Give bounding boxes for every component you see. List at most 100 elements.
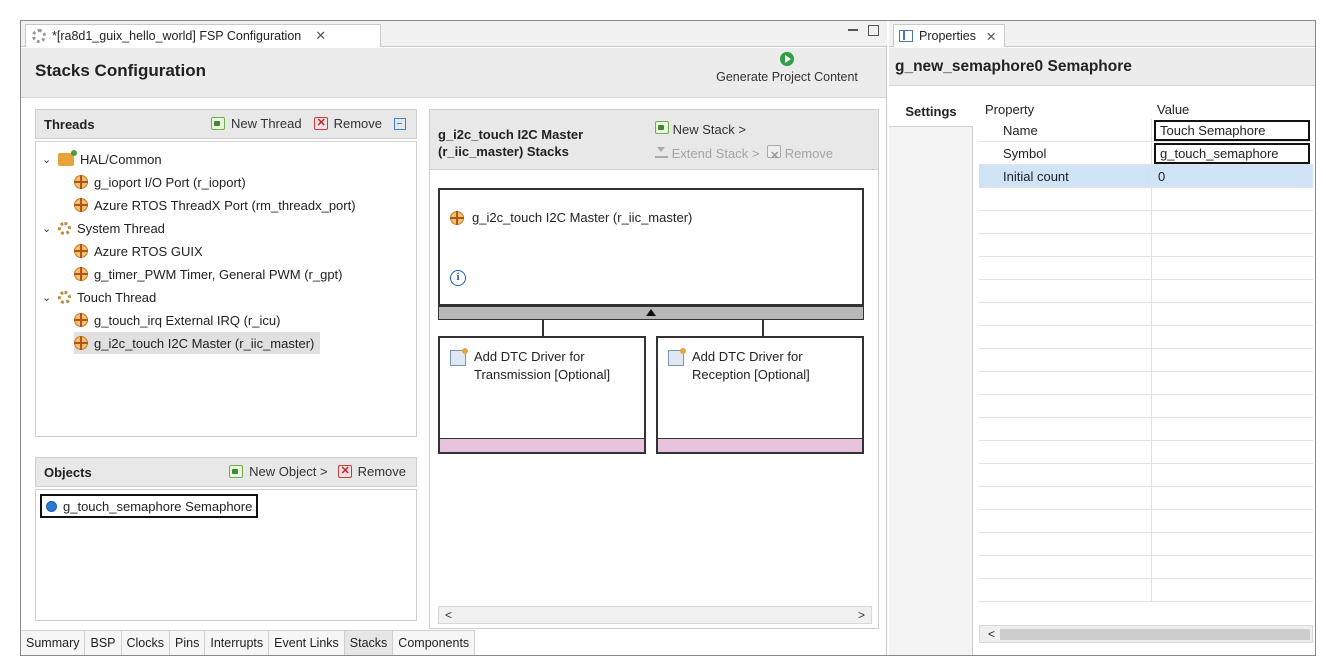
- table-row[interactable]: Symbol g_touch_semaphore: [979, 142, 1313, 165]
- threads-actions: New Thread Remove: [211, 116, 406, 131]
- stacks-panel: g_i2c_touch I2C Master (r_iic_master) St…: [429, 109, 879, 629]
- maximize-icon[interactable]: [868, 25, 879, 36]
- remove-object-button[interactable]: Remove: [358, 464, 406, 479]
- properties-table: Property Value Name Touch Semaphore Symb…: [979, 99, 1313, 602]
- tree-item-azure-rtos-guix[interactable]: Azure RTOS GUIX: [74, 240, 203, 262]
- connector-line: [542, 320, 544, 336]
- chevron-down-icon[interactable]: ⌄: [42, 153, 52, 166]
- tab-clocks[interactable]: Clocks: [121, 631, 171, 655]
- table-row: [979, 464, 1313, 487]
- tab-properties[interactable]: Properties ✕: [893, 24, 1005, 47]
- stack-actions: New Stack > Extend Stack > Remove: [655, 118, 833, 168]
- remove-stack-button[interactable]: Remove: [785, 146, 833, 161]
- window-controls: [848, 25, 879, 36]
- table-row: [979, 303, 1313, 326]
- stacks-horizontal-scrollbar[interactable]: < >: [438, 606, 872, 624]
- tree-item-g-i2c-touch[interactable]: g_i2c_touch I2C Master (r_iic_master): [74, 332, 321, 354]
- close-icon[interactable]: ✕: [986, 29, 996, 44]
- info-icon[interactable]: i: [450, 270, 466, 286]
- add-driver-icon: [450, 348, 468, 366]
- close-icon[interactable]: ✕: [315, 28, 326, 44]
- column-header-value: Value: [1157, 101, 1190, 117]
- table-row: [979, 188, 1313, 211]
- list-item-g-touch-semaphore[interactable]: g_touch_semaphore Semaphore: [40, 494, 259, 518]
- editor-header: Stacks Configuration Generate Project Co…: [21, 48, 886, 98]
- play-icon: [780, 52, 794, 66]
- new-thread-button[interactable]: New Thread: [231, 116, 302, 131]
- remove-icon: [337, 464, 352, 478]
- table-row: [979, 234, 1313, 257]
- module-icon: [450, 210, 464, 225]
- table-row[interactable]: Name Touch Semaphore: [979, 119, 1313, 142]
- tree-item-g-touch-irq[interactable]: g_touch_irq External IRQ (r_icu): [74, 309, 280, 331]
- dependency-footer: [440, 438, 644, 452]
- tree-item-threadx-port[interactable]: Azure RTOS ThreadX Port (rm_threadx_port…: [74, 194, 356, 216]
- new-stack-icon: [655, 121, 669, 134]
- thread-icon: [58, 290, 71, 304]
- properties-title: g_new_semaphore0 Semaphore: [895, 58, 1132, 75]
- tab-pins[interactable]: Pins: [170, 631, 206, 655]
- property-value-cell[interactable]: g_touch_semaphore: [1151, 142, 1313, 165]
- collapse-all-icon[interactable]: [394, 117, 406, 130]
- tab-settings[interactable]: Settings: [889, 97, 973, 127]
- new-thread-icon: [211, 117, 225, 130]
- dependency-label-line2: Reception [Optional]: [692, 367, 810, 382]
- minimize-icon[interactable]: [848, 29, 858, 33]
- tab-components[interactable]: Components: [393, 631, 476, 655]
- tree-item-system-thread[interactable]: ⌄ System Thread: [42, 217, 165, 239]
- table-row: [979, 372, 1313, 395]
- table-row[interactable]: Initial count 0: [979, 165, 1313, 188]
- editor-tab-fsp-configuration[interactable]: *[ra8d1_guix_hello_world] FSP Configurat…: [25, 24, 381, 47]
- tree-item-hal-common[interactable]: ⌄ HAL/Common: [42, 148, 162, 170]
- generate-project-content-button[interactable]: Generate Project Content: [702, 52, 872, 84]
- tab-bsp[interactable]: BSP: [85, 631, 122, 655]
- property-value-initial-count[interactable]: 0: [1151, 165, 1313, 188]
- tree-item-label: g_i2c_touch I2C Master (r_iic_master): [94, 335, 315, 351]
- properties-header: g_new_semaphore0 Semaphore: [889, 48, 1315, 86]
- tree-item-label: Touch Thread: [77, 289, 157, 305]
- property-value-name[interactable]: Touch Semaphore: [1154, 120, 1310, 141]
- stacks-title-line2: (r_iic_master) Stacks: [438, 144, 569, 159]
- properties-tabbar: Properties ✕: [889, 21, 1315, 47]
- stack-module-expander[interactable]: [438, 306, 864, 320]
- remove-thread-button[interactable]: Remove: [334, 116, 382, 131]
- property-value-symbol[interactable]: g_touch_semaphore: [1154, 143, 1310, 164]
- tab-event-links[interactable]: Event Links: [269, 631, 345, 655]
- editor-tabbar: *[ra8d1_guix_hello_world] FSP Configurat…: [21, 21, 887, 47]
- scroll-left-icon[interactable]: <: [988, 627, 995, 641]
- tree-item-label: Azure RTOS GUIX: [94, 243, 203, 259]
- dependency-dtc-transmission[interactable]: Add DTC Driver for Transmission [Optiona…: [438, 336, 646, 454]
- scroll-left-icon[interactable]: <: [445, 608, 452, 622]
- stack-module-name: g_i2c_touch I2C Master (r_iic_master): [472, 210, 693, 225]
- stack-module-i2c-master[interactable]: g_i2c_touch I2C Master (r_iic_master) i: [438, 188, 864, 306]
- chevron-down-icon[interactable]: ⌄: [42, 291, 52, 304]
- tree-item-g-ioport[interactable]: g_ioport I/O Port (r_ioport): [74, 171, 246, 193]
- dependency-dtc-reception[interactable]: Add DTC Driver for Reception [Optional]: [656, 336, 864, 454]
- new-object-button[interactable]: New Object >: [249, 464, 327, 479]
- table-row: [979, 326, 1313, 349]
- properties-horizontal-scrollbar[interactable]: <: [979, 625, 1313, 643]
- tab-stacks[interactable]: Stacks: [344, 631, 394, 655]
- property-value-cell[interactable]: Touch Semaphore: [1151, 119, 1313, 142]
- table-row: [979, 211, 1313, 234]
- dependency-label-line1: Add DTC Driver for: [474, 349, 585, 364]
- tab-interrupts[interactable]: Interrupts: [205, 631, 270, 655]
- tab-summary[interactable]: Summary: [21, 631, 86, 655]
- extend-stack-icon: [655, 147, 668, 158]
- new-stack-button[interactable]: New Stack >: [673, 122, 746, 137]
- extend-stack-button[interactable]: Extend Stack >: [672, 146, 760, 161]
- folder-icon: [58, 149, 77, 166]
- dependency-content: Add DTC Driver for Reception [Optional]: [668, 348, 810, 384]
- table-row: [979, 441, 1313, 464]
- tree-item-g-timer-pwm[interactable]: g_timer_PWM Timer, General PWM (r_gpt): [74, 263, 343, 285]
- chevron-down-icon[interactable]: ⌄: [42, 222, 52, 235]
- tree-item-label: g_timer_PWM Timer, General PWM (r_gpt): [94, 266, 343, 282]
- tree-item-label: g_ioport I/O Port (r_ioport): [94, 174, 246, 190]
- configuration-tabs: Summary BSP Clocks Pins Interrupts Event…: [21, 630, 476, 655]
- tree-item-touch-thread[interactable]: ⌄ Touch Thread: [42, 286, 156, 308]
- scrollbar-thumb[interactable]: [1000, 629, 1310, 640]
- table-row: [979, 533, 1313, 556]
- scroll-right-icon[interactable]: >: [858, 608, 865, 622]
- table-row: [979, 257, 1313, 280]
- new-stack-row: New Stack >: [655, 118, 833, 142]
